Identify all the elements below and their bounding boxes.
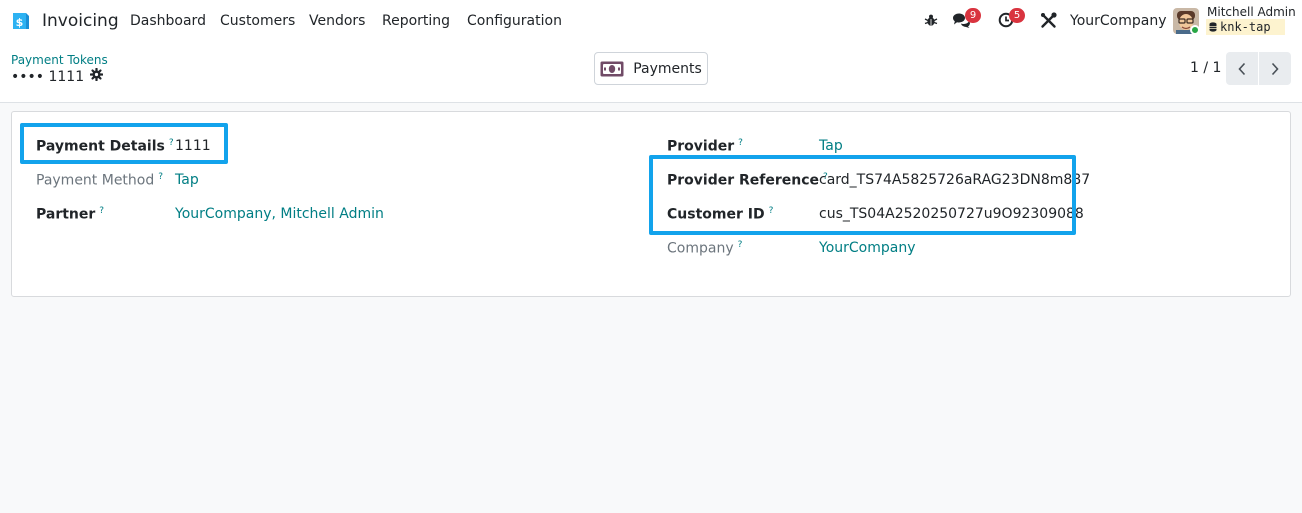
help-tooltip-icon[interactable]: ? [738,240,743,250]
form-sheet: Payment Details? 1111 Payment Method? Ta… [11,111,1291,297]
payments-button-label: Payments [633,60,702,77]
help-tooltip-icon[interactable]: ? [769,206,774,216]
svg-text:$: $ [16,16,24,29]
menu-configuration[interactable]: Configuration [467,13,562,29]
chevron-right-icon [1271,62,1279,75]
partner-label: Partner? [36,206,105,223]
record-name: •••• 1111 [11,68,85,85]
user-name[interactable]: Mitchell Admin [1207,5,1296,19]
invoicing-app-icon[interactable]: $ [10,10,32,32]
database-icon [1209,22,1217,32]
top-navbar: $ Invoicing Dashboard Customers Vendors … [0,0,1302,42]
provider-label: Provider? [667,138,743,155]
help-tooltip-icon[interactable]: ? [158,172,163,182]
partner-link[interactable]: YourCompany, Mitchell Admin [175,206,384,222]
app-name[interactable]: Invoicing [42,11,119,31]
help-tooltip-icon[interactable]: ? [738,138,743,148]
menu-customers[interactable]: Customers [220,13,295,29]
money-icon [600,61,624,76]
chevron-left-icon [1238,62,1246,75]
messages-badge: 9 [965,8,981,23]
activities-badge: 5 [1009,8,1025,23]
online-status-dot [1190,25,1200,35]
payment-method-label: Payment Method? [36,172,164,189]
company-link[interactable]: YourCompany [819,240,916,256]
pager-value[interactable]: 1 / 1 [1190,60,1221,76]
pager-next-button[interactable] [1259,52,1291,85]
menu-vendors[interactable]: Vendors [309,13,365,29]
company-switcher[interactable]: YourCompany [1070,13,1167,29]
breadcrumb-payment-tokens[interactable]: Payment Tokens [11,53,108,67]
payment-method-link[interactable]: Tap [175,172,199,188]
control-panel: Payment Tokens •••• 1111 Payments 1 / 1 [0,42,1302,103]
gear-icon[interactable] [89,67,104,85]
payments-smart-button[interactable]: Payments [594,52,708,85]
record-title: •••• 1111 [11,67,104,85]
help-tooltip-icon[interactable]: ? [99,206,104,216]
bug-icon[interactable] [924,13,938,31]
pager-previous-button[interactable] [1226,52,1258,85]
provider-reference-value[interactable]: card_TS74A5825726aRAG23DN8m887 [819,172,1090,188]
provider-link[interactable]: Tap [819,138,843,154]
provider-reference-label: Provider Reference? [667,172,828,189]
menu-reporting[interactable]: Reporting [382,13,450,29]
database-name: knk-tap [1220,20,1271,34]
payment-details-value[interactable]: 1111 [175,138,211,154]
help-tooltip-icon[interactable]: ? [169,138,174,148]
database-label: knk-tap [1206,19,1285,35]
company-label: Company? [667,240,743,257]
customer-id-value[interactable]: cus_TS04A2520250727u9O92309088 [819,206,1084,222]
payment-details-label: Payment Details? [36,138,174,155]
customer-id-label: Customer ID? [667,206,774,223]
menu-dashboard[interactable]: Dashboard [130,13,206,29]
tools-icon[interactable] [1040,12,1057,33]
